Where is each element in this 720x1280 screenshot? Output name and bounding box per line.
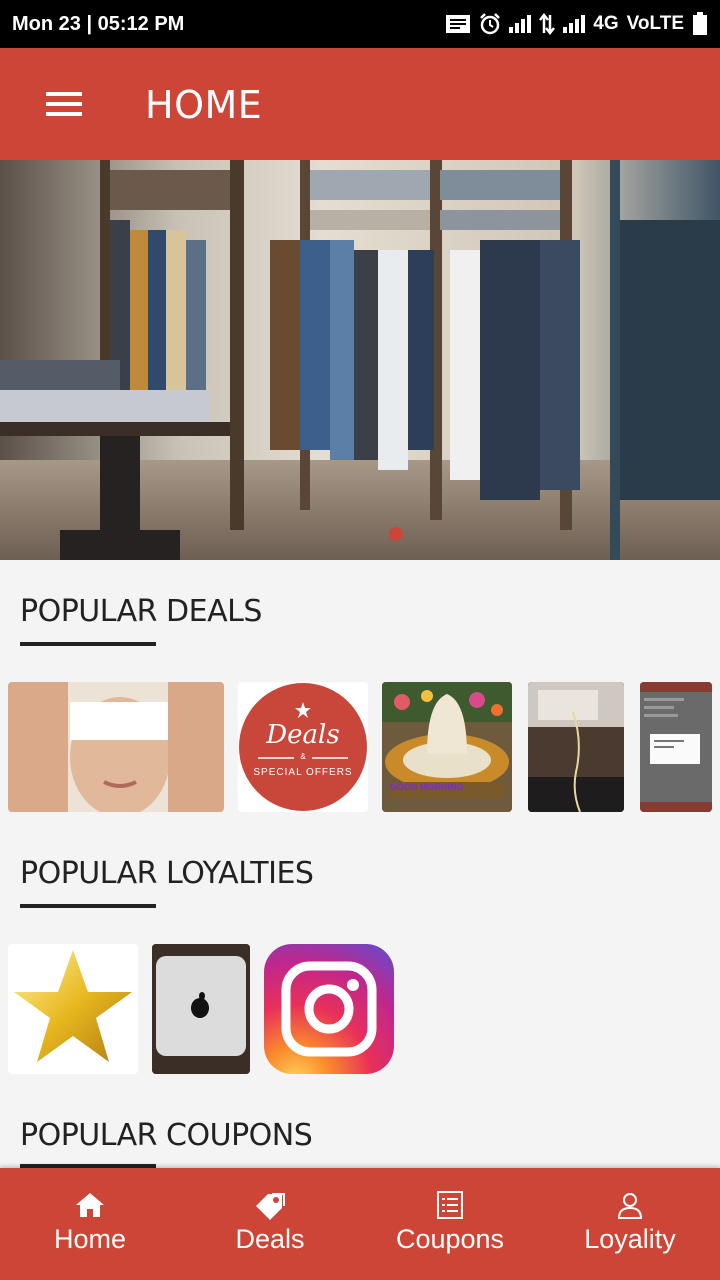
loyalty-item[interactable] — [264, 944, 394, 1074]
alarm-icon — [480, 13, 501, 35]
nav-coupons-label: Coupons — [395, 1224, 505, 1254]
deal-item[interactable] — [640, 682, 712, 812]
home-icon — [76, 1193, 104, 1217]
deal-item[interactable] — [8, 682, 224, 812]
deal-item[interactable]: Deals & SPECIAL OFFERS — [238, 682, 368, 812]
signal-strength-icon — [509, 15, 532, 33]
slide-indicator[interactable] — [389, 527, 403, 541]
battery-icon — [693, 12, 707, 35]
popular-coupons-title: POPULAR COUPONS — [20, 1118, 313, 1153]
nav-loyality[interactable]: Loyality — [540, 1168, 720, 1280]
popular-loyalties-title: POPULAR LOYALTIES — [20, 856, 314, 891]
deals-badge-title: Deals — [266, 720, 340, 750]
nav-deals[interactable]: Deals — [180, 1168, 360, 1280]
status-bar: Mon 23 | 05:12 PM 4G VoLTE — [0, 0, 720, 48]
status-time: Mon 23 | 05:12 PM — [12, 13, 185, 35]
loyalty-item[interactable] — [8, 944, 138, 1074]
message-notification-icon — [446, 15, 471, 33]
nav-loyality-label: Loyality — [584, 1224, 676, 1254]
hamburger-menu-icon[interactable] — [40, 86, 88, 122]
loyalty-item[interactable] — [152, 944, 250, 1074]
deals-badge-amp: & — [300, 752, 306, 761]
popular-loyalties-underline — [20, 904, 156, 908]
deal-item[interactable] — [528, 682, 624, 812]
volte-label: VoLTE — [626, 13, 684, 34]
deal-item[interactable]: GOOD MORNING — [382, 682, 512, 812]
status-icons: 4G VoLTE — [445, 10, 708, 38]
deals-badge-subtitle: SPECIAL OFFERS — [253, 767, 353, 778]
desk-cable-photo — [528, 682, 624, 812]
spa-face-massage-photo — [8, 682, 224, 812]
nav-deals-label: Deals — [235, 1224, 305, 1254]
good-morning-caption: GOOD MORNING — [390, 782, 464, 792]
app-screenshot-thumbnail — [640, 682, 712, 812]
good-morning-flower-art — [382, 682, 512, 812]
nav-coupons[interactable]: Coupons — [360, 1168, 540, 1280]
data-transfer-icon — [539, 13, 556, 35]
signal-strength-icon-2 — [563, 15, 586, 33]
mac-mini-photo — [152, 944, 250, 1074]
instagram-logo — [264, 944, 394, 1074]
network-type: 4G — [593, 13, 619, 34]
popular-deals-title: POPULAR DEALS — [20, 594, 262, 629]
tag-icon — [256, 1193, 285, 1220]
nav-home-label: Home — [53, 1224, 127, 1254]
list-icon — [437, 1191, 463, 1219]
nav-home[interactable]: Home — [0, 1168, 180, 1280]
banner-image[interactable] — [0, 160, 720, 560]
popular-deals-underline — [20, 642, 156, 646]
bottom-navigation: Home Deals Coupons Loyality — [0, 1168, 720, 1280]
app-bar: HOME — [0, 48, 720, 160]
page-title: HOME — [145, 83, 263, 127]
person-icon — [617, 1193, 643, 1219]
clothing-store-photo — [0, 160, 720, 560]
gold-star — [8, 944, 138, 1074]
